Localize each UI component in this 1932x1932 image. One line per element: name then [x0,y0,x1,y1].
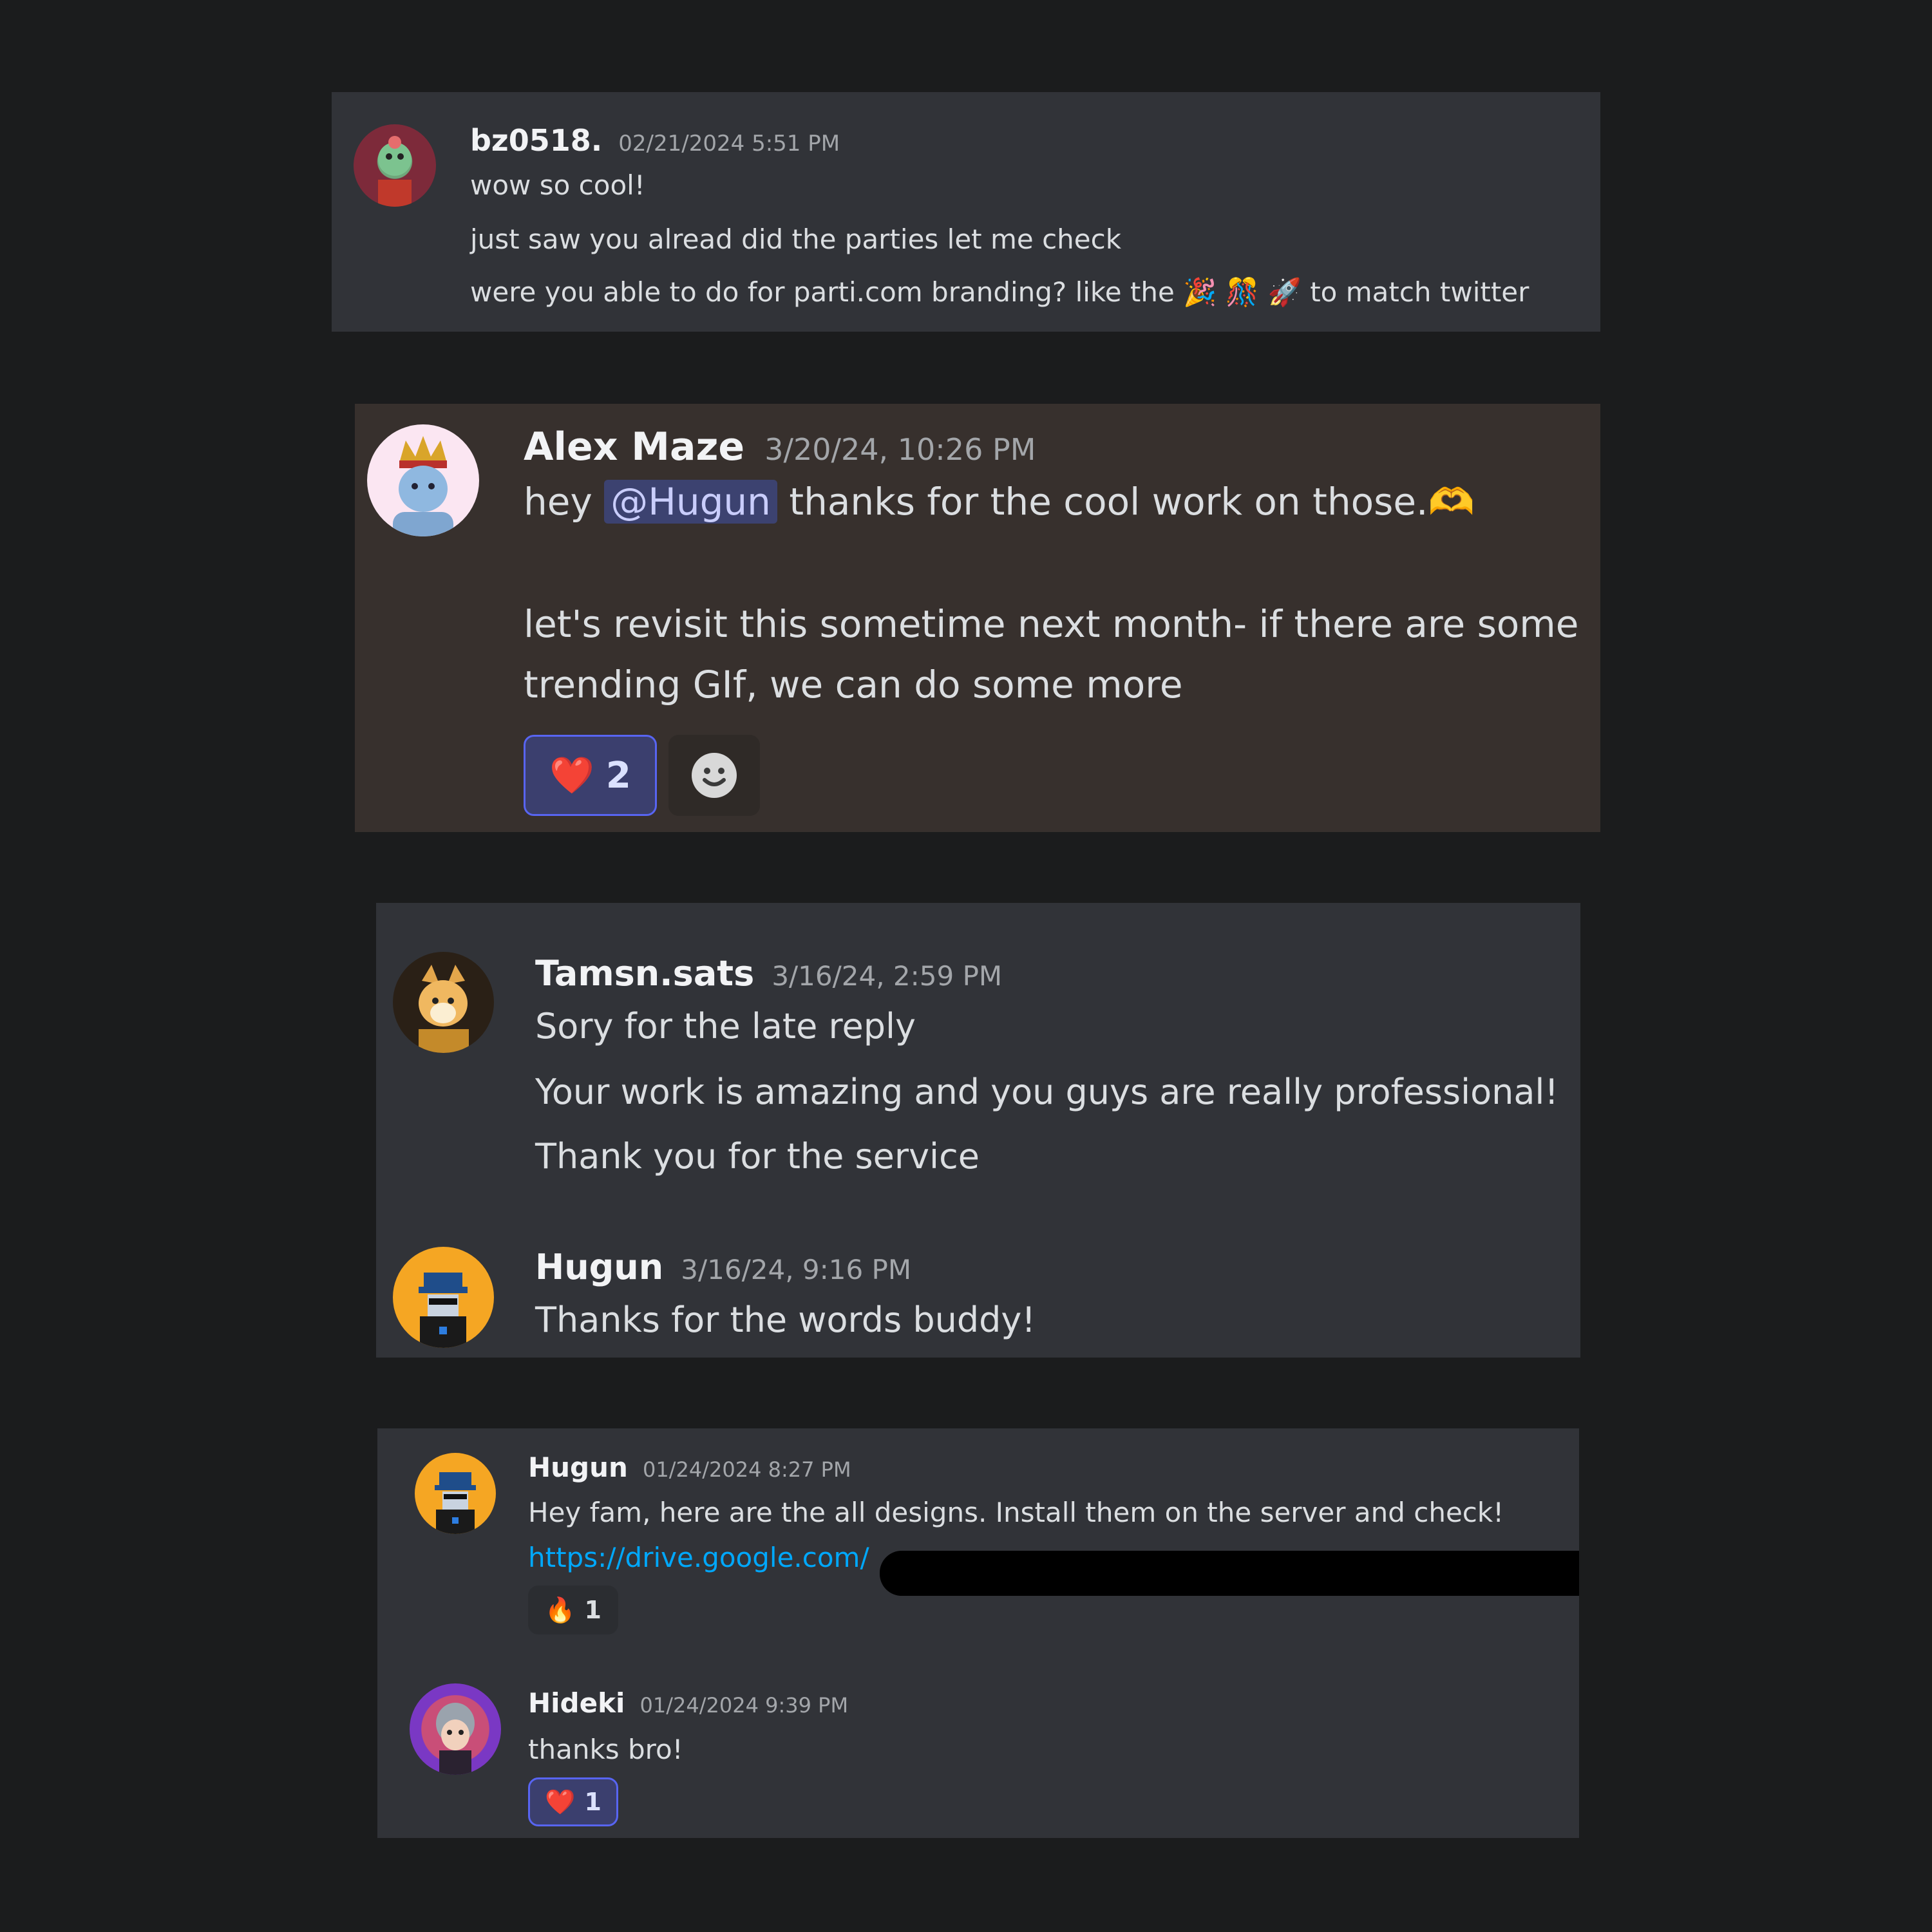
author-name[interactable]: Hugun [535,1247,663,1287]
message-line: Hey fam, here are the all designs. Insta… [528,1497,1504,1528]
avatar-art [436,1703,475,1775]
message-panel-tamsn-hugun: Tamsn.sats 3/16/24, 2:59 PM Sory for the… [376,903,1580,1358]
avatar-hideki[interactable] [410,1683,501,1775]
avatar-bz0518[interactable] [354,124,436,207]
message-line: just saw you alread did the parties let … [470,223,1122,255]
heart-emoji: ❤️ [545,1787,576,1816]
reaction-heart[interactable]: ❤️ 1 [528,1777,618,1826]
author-name[interactable]: Tamsn.sats [535,953,754,994]
reaction-count: 1 [584,1596,601,1624]
avatar-hugun[interactable] [393,1247,494,1348]
avatar-alex-maze[interactable] [367,424,479,536]
message-line: trending GIf, we can do some more [524,663,1183,706]
avatar-art [419,965,469,1053]
heart-emoji: ❤️ [549,755,594,797]
reaction-count: 2 [605,754,631,797]
message-line: Sory for the late reply [535,1006,916,1046]
drive-link[interactable]: https://drive.google.com/ [528,1542,869,1573]
confetti-emoji: 🎊 [1225,276,1260,308]
party-popper-emoji: 🎉 [1183,276,1217,308]
message-line: wow so cool! [470,169,645,201]
reaction-count: 1 [584,1788,601,1816]
message-text: were you able to do for parti.com brandi… [470,276,1175,308]
timestamp: 3/16/24, 9:16 PM [681,1254,912,1285]
avatar-art [378,136,412,207]
reaction-fire[interactable]: 🔥 1 [528,1586,618,1634]
message-text: thanks for the cool work on those. [789,480,1428,524]
add-reaction-button[interactable] [668,735,760,816]
message-panel-alex-maze: Alex Maze 3/20/24, 10:26 PM hey @Hugun t… [355,404,1600,832]
timestamp: 01/24/2024 8:27 PM [643,1457,851,1482]
message-line: thanks bro! [528,1734,683,1765]
message-line: let's revisit this sometime next month- … [524,602,1579,646]
author-name[interactable]: Hideki [528,1687,625,1719]
author-name[interactable]: Hugun [528,1452,628,1483]
message-line: hey @Hugun thanks for the cool work on t… [524,480,1475,524]
smile-icon [692,753,737,798]
timestamp: 02/21/2024 5:51 PM [618,131,840,156]
message-panel-hugun-hideki: Hugun 01/24/2024 8:27 PM Hey fam, here a… [377,1428,1579,1838]
avatar-art [419,1273,468,1348]
avatar-tamsn-sats[interactable] [393,952,494,1053]
avatar-art [435,1472,476,1534]
avatar-art [393,436,453,536]
fire-emoji: 🔥 [545,1595,576,1624]
timestamp: 01/24/2024 9:39 PM [639,1693,849,1718]
message-line: Thanks for the words buddy! [535,1300,1036,1340]
message-line: Thank you for the service [535,1136,980,1177]
author-name[interactable]: bz0518. [470,123,602,158]
message-text: to match twitter [1310,276,1530,308]
message-line: Your work is amazing and you guys are re… [535,1072,1559,1112]
message-panel-bz0518: bz0518. 02/21/2024 5:51 PM wow so cool! … [332,92,1600,332]
author-name[interactable]: Alex Maze [524,424,744,469]
user-mention[interactable]: @Hugun [604,480,777,524]
timestamp: 3/16/24, 2:59 PM [772,960,1003,992]
message-line: were you able to do for parti.com brandi… [470,276,1529,308]
timestamp: 3/20/24, 10:26 PM [764,432,1036,467]
redaction-mark [880,1551,1579,1596]
message-text: hey [524,480,592,524]
avatar-hugun[interactable] [415,1453,496,1534]
heart-hands-emoji: 🫶 [1428,480,1475,524]
rocket-emoji: 🚀 [1267,276,1302,308]
reaction-heart[interactable]: ❤️ 2 [524,735,657,816]
